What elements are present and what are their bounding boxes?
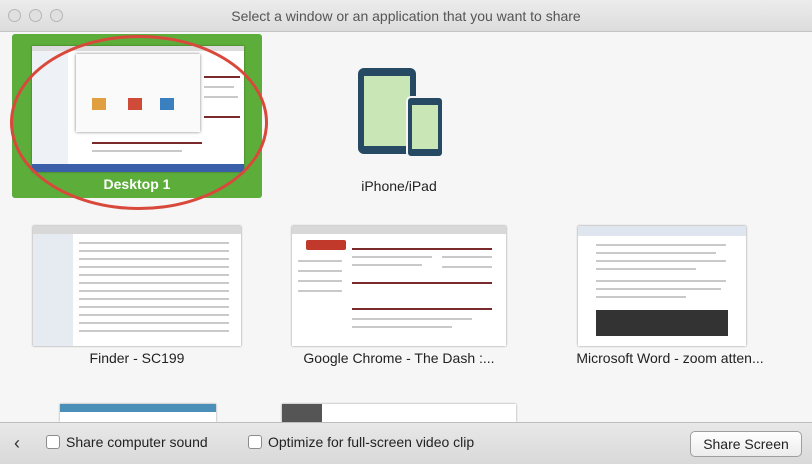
word-window-tile[interactable]: Microsoft Word - zoom atten... [550,226,790,376]
bottom-toolbar: ‹ Share computer sound Optimize for full… [0,422,812,464]
finder-label: Finder - SC199 [89,350,185,366]
iphone-ipad-tile[interactable]: iPhone/iPad [280,34,518,198]
title-bar: Select a window or an application that y… [0,0,812,32]
desktop-1-label: Desktop 1 [103,176,171,192]
partial-window-tile-2[interactable] [282,404,516,422]
checkbox-box[interactable] [248,435,262,449]
chrome-label: Google Chrome - The Dash :... [303,350,495,366]
finder-window-tile[interactable]: Finder - SC199 [33,226,241,376]
checkbox-box[interactable] [46,435,60,449]
finder-thumbnail [33,226,241,346]
share-computer-sound-checkbox[interactable]: Share computer sound [46,434,208,450]
share-screen-button[interactable]: Share Screen [690,431,802,457]
chevron-left-icon[interactable]: ‹ [14,433,20,454]
word-label: Microsoft Word - zoom atten... [576,350,764,366]
share-computer-sound-label: Share computer sound [66,434,208,450]
iphone-ipad-label: iPhone/iPad [361,178,437,194]
desktop-thumbnail [32,46,244,172]
optimize-video-checkbox[interactable]: Optimize for full-screen video clip [248,434,474,450]
desktop-1-tile[interactable]: Desktop 1 [12,34,262,198]
partial-window-tile-1[interactable] [60,404,216,422]
optimize-video-label: Optimize for full-screen video clip [268,434,475,450]
window-title: Select a window or an application that y… [231,8,581,24]
chrome-window-tile[interactable]: Google Chrome - The Dash :... [292,226,506,376]
iphone-icon [406,96,444,158]
share-source-grid: Desktop 1 iPhone/iPad Finder - SC199 Goo… [0,32,812,422]
word-thumbnail [578,226,746,346]
chrome-thumbnail [292,226,506,346]
